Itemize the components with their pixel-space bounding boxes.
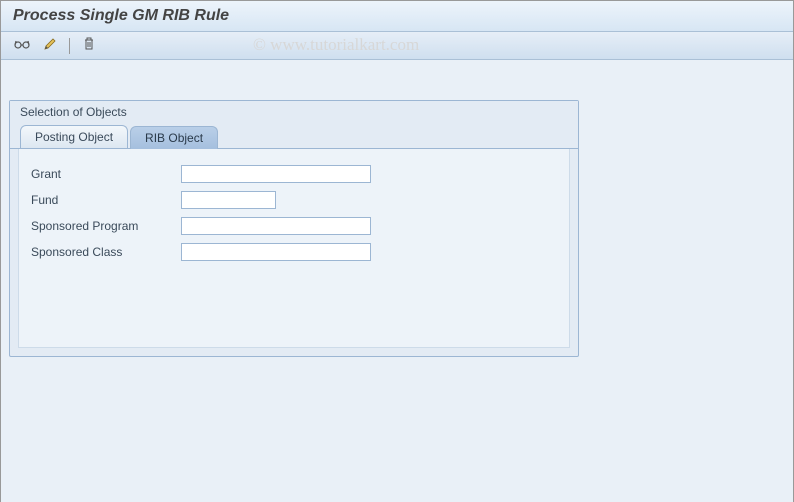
form-row-sponsored-program: Sponsored Program <box>31 215 557 237</box>
toolbar <box>1 32 793 60</box>
pencil-icon <box>43 37 57 54</box>
form-row-grant: Grant <box>31 163 557 185</box>
form-row-fund: Fund <box>31 189 557 211</box>
tab-rib-object[interactable]: RIB Object <box>130 126 218 149</box>
form-row-sponsored-class: Sponsored Class <box>31 241 557 263</box>
delete-button[interactable] <box>78 36 100 56</box>
input-sponsored-class[interactable] <box>181 243 371 261</box>
label-grant: Grant <box>31 167 181 181</box>
tab-posting-object[interactable]: Posting Object <box>20 125 128 148</box>
tab-body: Grant Fund Sponsored Program Sponsored C… <box>18 149 570 348</box>
tab-label: RIB Object <box>145 131 203 145</box>
input-grant[interactable] <box>181 165 371 183</box>
selection-panel: Selection of Objects Posting Object RIB … <box>9 100 579 357</box>
title-bar: Process Single GM RIB Rule <box>1 1 793 32</box>
page-title: Process Single GM RIB Rule <box>13 7 781 25</box>
input-fund[interactable] <box>181 191 276 209</box>
edit-button[interactable] <box>39 36 61 56</box>
tab-strip: Posting Object RIB Object <box>10 125 578 149</box>
tab-label: Posting Object <box>35 130 113 144</box>
glasses-icon <box>14 38 30 53</box>
content-area: Selection of Objects Posting Object RIB … <box>1 60 793 502</box>
trash-icon <box>83 37 95 54</box>
toolbar-separator <box>69 38 70 54</box>
display-button[interactable] <box>11 36 33 56</box>
label-sponsored-program: Sponsored Program <box>31 219 181 233</box>
panel-title: Selection of Objects <box>10 101 578 125</box>
input-sponsored-program[interactable] <box>181 217 371 235</box>
label-fund: Fund <box>31 193 181 207</box>
label-sponsored-class: Sponsored Class <box>31 245 181 259</box>
